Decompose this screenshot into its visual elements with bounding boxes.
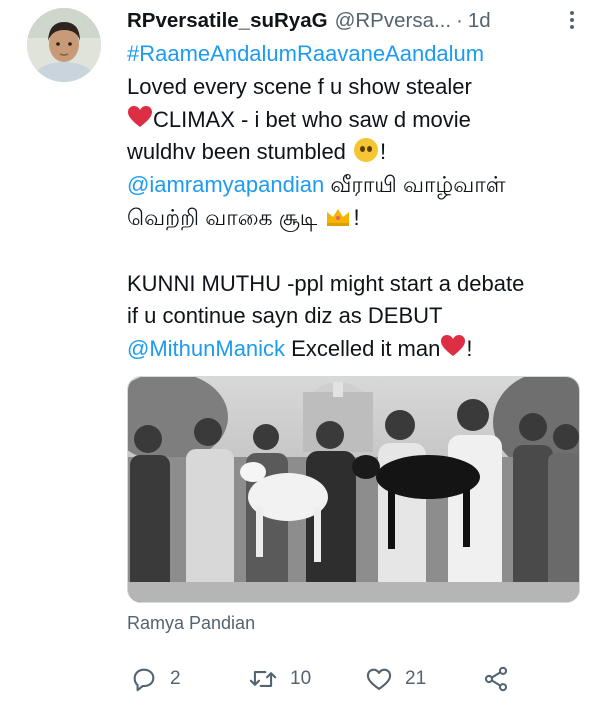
tweet-line: வெற்றி வாகை சூடி ! bbox=[127, 202, 587, 235]
tweet-line: if u continue sayn diz as DEBUT bbox=[127, 303, 443, 329]
tweet-line-end: ! bbox=[380, 139, 387, 165]
more-icon[interactable] bbox=[566, 9, 578, 33]
mention-link[interactable]: @iamramyapandian bbox=[127, 172, 324, 197]
user-handle[interactable]: @RPversa... bbox=[335, 9, 452, 33]
reply-button[interactable]: 2 bbox=[130, 664, 181, 694]
like-button[interactable]: 21 bbox=[365, 664, 426, 694]
tweet-line: CLIMAX - i bet who saw d movie bbox=[127, 104, 587, 137]
like-icon bbox=[366, 668, 392, 690]
retweet-count: 10 bbox=[290, 668, 312, 689]
red-heart-emoji bbox=[128, 105, 152, 127]
share-icon bbox=[484, 666, 508, 692]
mention-link[interactable]: @MithunManick bbox=[127, 336, 285, 361]
tweet-line: @MithunManick Excelled it man! bbox=[127, 333, 587, 366]
retweet-icon bbox=[249, 671, 277, 687]
avatar-photo bbox=[27, 8, 101, 82]
separator-dot: · bbox=[456, 9, 463, 32]
tweet-media-photo[interactable] bbox=[127, 376, 580, 603]
share-button[interactable] bbox=[482, 664, 510, 694]
tweet-header: RPversatile_suRyaG @RPversa... · 1d bbox=[127, 6, 578, 36]
tweet-line: @iamramyapandian வீராயி வாழ்வாள் bbox=[127, 169, 587, 202]
display-name[interactable]: RPversatile_suRyaG bbox=[127, 9, 328, 33]
tweet-line-text: wuldhv been stumbled bbox=[127, 139, 346, 165]
tweet-text: #RaameAndalumRaavaneAandalum Loved every… bbox=[127, 38, 587, 366]
group-photo bbox=[128, 377, 579, 602]
pleading-face-emoji bbox=[354, 138, 379, 163]
tweet-line-text: Excelled it man bbox=[285, 336, 441, 362]
like-count: 21 bbox=[405, 668, 427, 689]
retweet-button[interactable]: 10 bbox=[248, 664, 311, 694]
tweet-line-end: ! bbox=[353, 204, 360, 230]
tweet-line-end: ! bbox=[466, 336, 473, 362]
timestamp[interactable]: 1d bbox=[468, 9, 491, 33]
reply-count: 2 bbox=[170, 668, 181, 689]
crown-emoji bbox=[327, 208, 350, 226]
tweet-line-text: வீராயி வாழ்வாள் bbox=[324, 172, 506, 198]
tweet-line: Loved every scene f u show stealer bbox=[127, 73, 472, 99]
avatar[interactable] bbox=[27, 8, 101, 82]
tweet-line-text: வெற்றி வாகை சூடி bbox=[127, 204, 318, 230]
tweet-line: KUNNI MUTHU -ppl might start a debate bbox=[127, 270, 525, 296]
media-tag[interactable]: Ramya Pandian bbox=[127, 613, 255, 634]
tweet-actions: 2 10 21 bbox=[130, 664, 530, 694]
tweet-line: wuldhv been stumbled ! bbox=[127, 136, 587, 169]
tweet-line-text: CLIMAX - i bet who saw d movie bbox=[153, 106, 471, 132]
reply-icon bbox=[133, 668, 155, 692]
hashtag-link[interactable]: #RaameAndalumRaavaneAandalum bbox=[127, 38, 587, 71]
red-heart-emoji bbox=[441, 335, 466, 357]
